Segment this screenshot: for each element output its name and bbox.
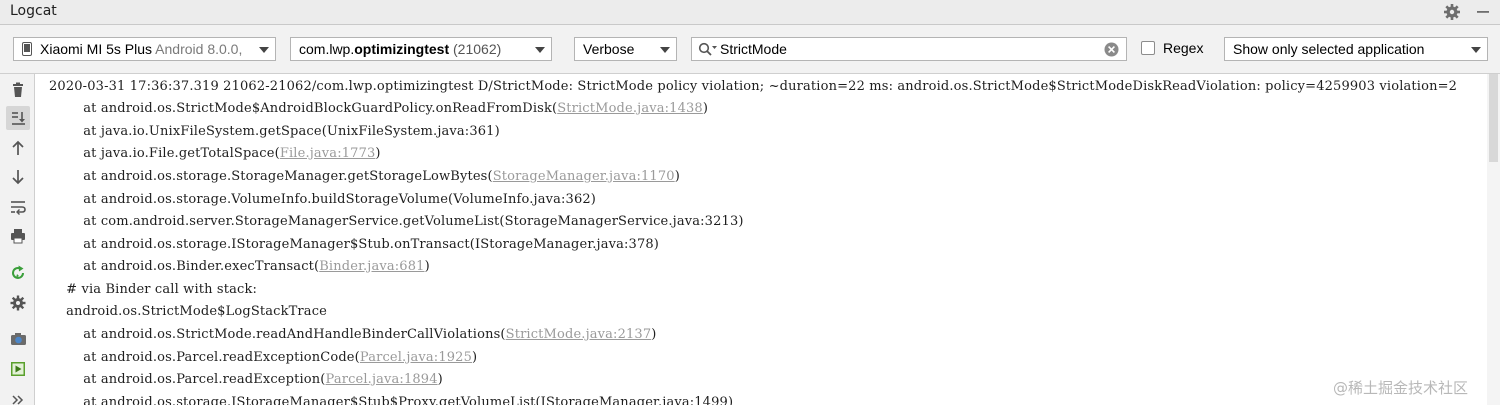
regex-label[interactable]: Regex xyxy=(1163,40,1203,56)
down-stack-button[interactable] xyxy=(6,165,30,189)
log-line: 2020-03-31 17:36:37.319 21062-21062/com.… xyxy=(49,79,1458,94)
chevron-down-icon xyxy=(1471,47,1481,53)
source-link[interactable]: Parcel.java:1894 xyxy=(326,372,438,387)
source-link[interactable]: File.java:1773 xyxy=(280,146,376,161)
screen-record-button[interactable] xyxy=(6,357,30,381)
soft-wrap-button[interactable] xyxy=(6,195,30,219)
log-line: at android.os.storage.StorageManager.get… xyxy=(49,169,680,184)
window-title: Logcat xyxy=(10,3,57,19)
search-input[interactable]: StrictMode xyxy=(691,37,1127,61)
regex-checkbox[interactable] xyxy=(1141,41,1155,55)
screen-record-icon xyxy=(11,362,25,376)
camera-icon xyxy=(10,333,26,345)
log-line: at java.io.File.getTotalSpace(File.java:… xyxy=(49,146,381,161)
filter-value: Show only selected application xyxy=(1233,41,1425,57)
trash-icon xyxy=(13,82,23,97)
source-link[interactable]: StrictMode.java:2137 xyxy=(506,327,652,342)
source-link[interactable]: StorageManager.java:1170 xyxy=(493,169,675,184)
more-button[interactable] xyxy=(6,388,30,412)
gear-icon[interactable] xyxy=(1443,3,1461,21)
watermark: @稀土掘金技术社区 xyxy=(1333,379,1469,397)
clear-logcat-button[interactable] xyxy=(6,78,30,102)
log-line: android.os.StrictMode$LogStackTrace xyxy=(49,304,327,319)
print-icon xyxy=(11,229,25,244)
log-line: at android.os.storage.IStorageManager$St… xyxy=(49,395,734,405)
restart-button[interactable] xyxy=(6,261,30,285)
log-line: at android.os.Parcel.readException(Parce… xyxy=(49,372,443,387)
log-line: at android.os.Binder.execTransact(Binder… xyxy=(49,259,430,274)
settings-icon xyxy=(10,295,26,311)
logcat-output[interactable]: 2020-03-31 17:36:37.319 21062-21062/com.… xyxy=(35,74,1487,405)
phone-icon xyxy=(22,42,32,56)
clear-search-icon[interactable] xyxy=(1104,42,1119,57)
log-line: at android.os.Parcel.readExceptionCode(P… xyxy=(49,350,478,365)
device-version: Android 8.0.0, xyxy=(155,41,243,57)
screen-capture-button[interactable] xyxy=(6,327,30,351)
scroll-to-end-icon xyxy=(12,112,25,125)
restart-icon xyxy=(12,265,24,279)
log-line: at android.os.storage.IStorageManager$St… xyxy=(49,237,660,252)
search-value: StrictMode xyxy=(720,41,787,57)
process-selector[interactable]: com.lwp.optimizingtest (21062) xyxy=(290,37,552,61)
more-icon xyxy=(12,395,24,405)
arrow-up-icon xyxy=(12,140,24,155)
minimize-icon[interactable] xyxy=(1474,3,1492,21)
package-name: optimizingtest xyxy=(354,41,450,57)
search-icon xyxy=(698,42,717,56)
log-level-value: Verbose xyxy=(583,41,635,57)
logcat-settings-button[interactable] xyxy=(6,291,30,315)
source-link[interactable]: Binder.java:681 xyxy=(319,259,424,274)
scrollbar-thumb[interactable] xyxy=(1489,74,1498,162)
arrow-down-icon xyxy=(12,170,24,185)
vertical-scrollbar[interactable] xyxy=(1487,74,1500,405)
chevron-down-icon xyxy=(535,47,545,53)
device-selector[interactable]: Xiaomi MI 5s Plus Android 8.0.0, xyxy=(13,37,276,61)
log-line: at android.os.StrictMode$AndroidBlockGua… xyxy=(49,101,709,116)
soft-wrap-icon xyxy=(11,201,26,215)
log-line: at android.os.storage.VolumeInfo.buildSt… xyxy=(49,192,597,207)
log-line: at com.android.server.StorageManagerServ… xyxy=(49,214,744,229)
up-stack-button[interactable] xyxy=(6,136,30,160)
log-line: at android.os.StrictMode.readAndHandleBi… xyxy=(49,327,657,342)
logcat-toolbar: Xiaomi MI 5s Plus Android 8.0.0, com.lwp… xyxy=(0,25,1500,74)
filter-selector[interactable]: Show only selected application xyxy=(1224,37,1488,61)
source-link[interactable]: StrictMode.java:1438 xyxy=(557,101,703,116)
title-bar: Logcat xyxy=(0,0,1500,25)
source-link[interactable]: Parcel.java:1925 xyxy=(360,350,472,365)
log-line: at java.io.UnixFileSystem.getSpace(UnixF… xyxy=(49,124,500,139)
device-name: Xiaomi MI 5s Plus xyxy=(40,41,153,57)
log-line: # via Binder call with stack: xyxy=(49,282,258,297)
log-level-selector[interactable]: Verbose xyxy=(574,37,677,61)
scroll-to-end-button[interactable] xyxy=(6,106,30,130)
process-id: (21062) xyxy=(449,41,502,57)
chevron-down-icon xyxy=(660,47,670,53)
chevron-down-icon xyxy=(259,47,269,53)
package-prefix: com.lwp. xyxy=(299,41,355,57)
logcat-side-toolbar xyxy=(0,74,35,405)
print-button[interactable] xyxy=(6,224,30,248)
